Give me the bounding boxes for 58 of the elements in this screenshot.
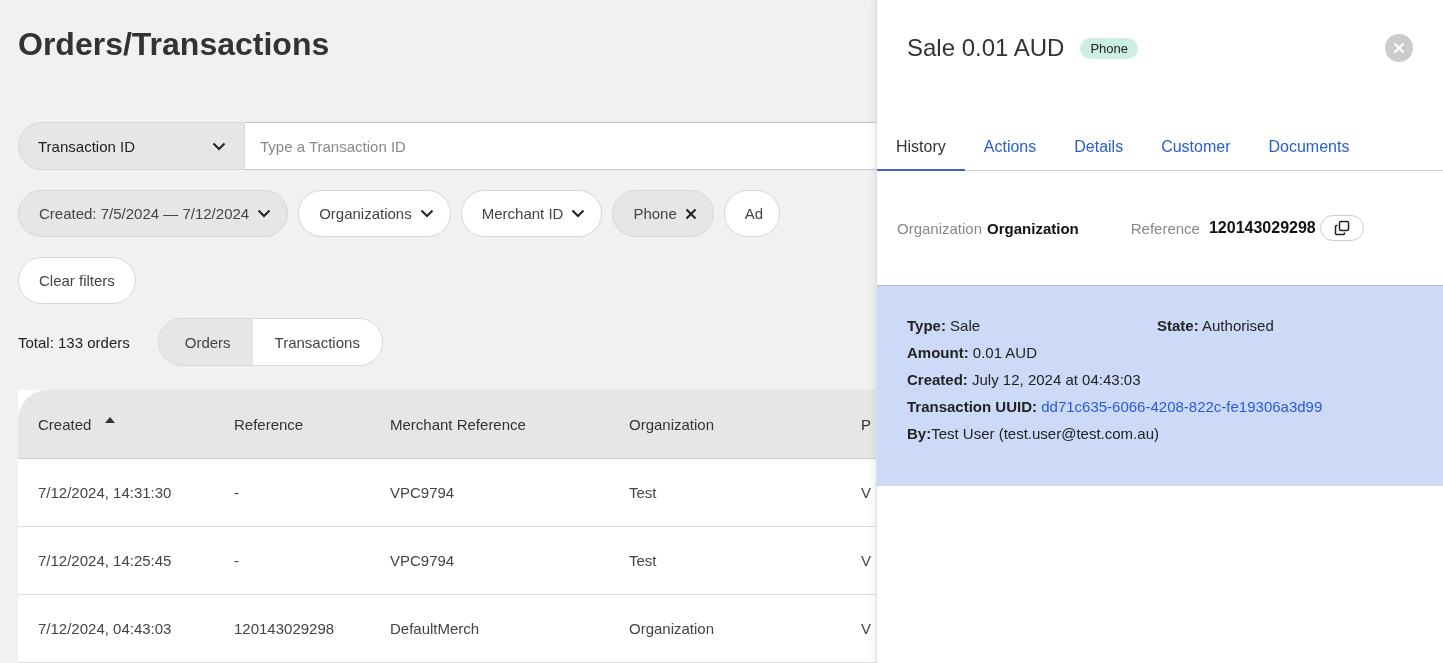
view-tab[interactable]: Transactions — [252, 319, 382, 365]
table-cell: 120143029298 — [234, 620, 335, 637]
close-icon — [1393, 42, 1405, 54]
table-cell: V — [861, 620, 871, 637]
detail-line: Type: Sale — [907, 317, 982, 334]
field-value: Organization — [987, 219, 1079, 237]
copy-button[interactable] — [1319, 215, 1364, 241]
chevron-down-icon — [419, 209, 434, 218]
table-cell: - — [234, 484, 239, 501]
detail-line: Created: July 12, 2024 at 04:43:03 — [907, 371, 1141, 388]
field-label: Reference — [1130, 219, 1200, 237]
table-cell: VPC9794 — [390, 484, 455, 501]
close-icon — [684, 207, 697, 220]
copy-icon — [1333, 220, 1350, 236]
table-cell: Test — [629, 484, 657, 501]
field-value: 120143029298 — [1208, 219, 1316, 237]
page-title: Orders/Transactions — [18, 25, 331, 64]
chevron-down-icon — [257, 209, 272, 218]
clear-filters-button[interactable]: Clear filters — [18, 257, 136, 304]
filter-chip[interactable]: Organizations — [298, 190, 451, 237]
table-cell: 7/12/2024, 14:31:30 — [38, 484, 172, 501]
uuid-link[interactable]: dd71c635-6066-4208-822c-fe19306a3d99 — [1041, 398, 1323, 415]
channel-badge: Phone — [1080, 37, 1139, 59]
filter-chip[interactable]: Ad — [723, 190, 781, 237]
field-label: Organization — [897, 219, 983, 237]
drawer-tab[interactable]: Customer — [1142, 124, 1250, 171]
column-header[interactable]: Organization — [629, 415, 715, 433]
table-cell: VPC9794 — [390, 552, 455, 569]
table-cell: Organization — [629, 620, 715, 637]
order-count: Total: 133 orders — [18, 333, 130, 351]
table-cell: Test — [629, 552, 657, 569]
detail-line: Amount: 0.01 AUD — [907, 344, 1038, 361]
table-cell: 7/12/2024, 14:25:45 — [38, 552, 172, 569]
column-header[interactable]: P — [861, 415, 871, 433]
column-header[interactable]: Merchant Reference — [390, 415, 526, 433]
column-header[interactable]: Created — [38, 415, 92, 433]
detail-line: State: Authorised — [1157, 317, 1275, 334]
filter-chip[interactable]: Created: 7/5/2024 — 7/12/2024 — [18, 190, 289, 237]
search-type-dropdown[interactable]: Transaction ID — [18, 122, 245, 170]
detail-line: Transaction UUID: dd71c635-6066-4208-822c-fe19306a3d99 — [907, 398, 1323, 415]
drawer-tab[interactable]: Details — [1055, 124, 1143, 171]
table-cell: 7/12/2024, 04:43:03 — [38, 620, 172, 637]
table-cell: DefaultMerch — [390, 620, 480, 637]
search-field[interactable]: Type a Transaction ID — [245, 122, 876, 170]
table-cell: V — [861, 552, 871, 569]
drawer-tab[interactable]: Actions — [964, 124, 1056, 171]
filter-chip[interactable]: Merchant ID — [460, 190, 603, 237]
detail-line: By:Test User (test.user@test.com.au) — [907, 425, 1159, 442]
filter-chip[interactable]: Phone — [612, 190, 714, 237]
column-header[interactable]: Reference — [234, 415, 304, 433]
drawer-tab[interactable]: History — [877, 124, 965, 171]
drawer-tab[interactable]: Documents — [1249, 124, 1369, 171]
chevron-down-icon — [212, 141, 226, 151]
view-tab[interactable]: Orders — [158, 319, 253, 365]
table-cell: - — [234, 552, 239, 569]
table-cell: V — [861, 484, 871, 501]
drawer-title: Sale 0.01 AUD — [907, 34, 1065, 62]
chevron-down-icon — [571, 209, 586, 218]
